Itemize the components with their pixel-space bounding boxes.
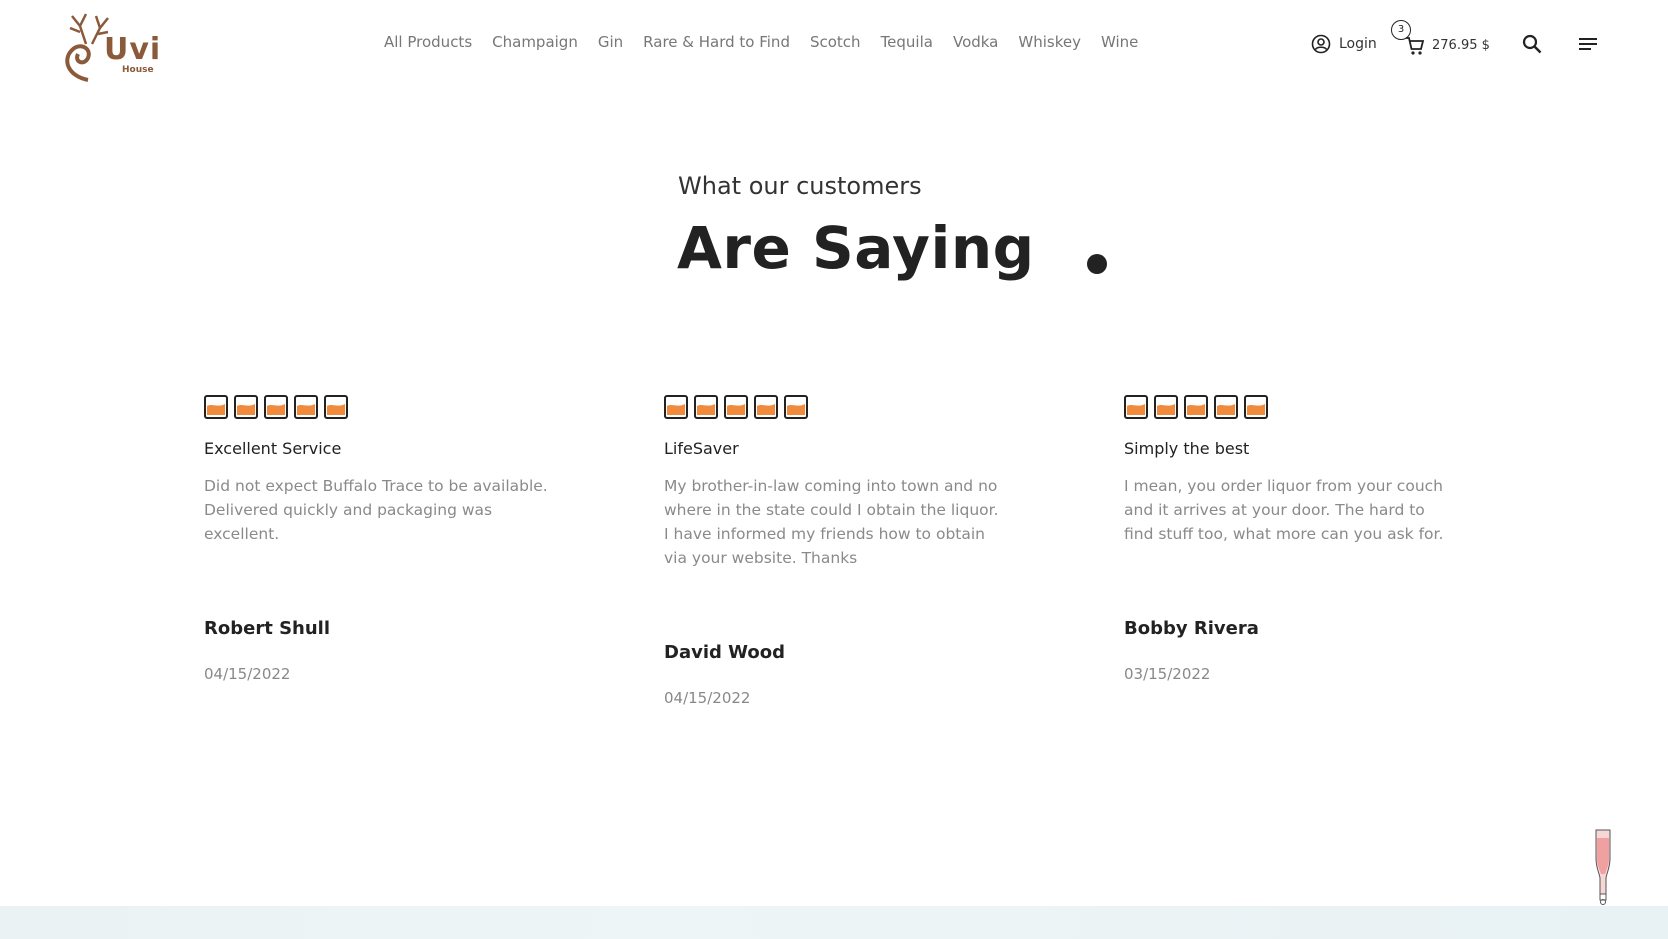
review-title: LifeSaver: [664, 439, 739, 458]
login-button[interactable]: Login: [1311, 34, 1377, 54]
whiskey-glass-rating-icon: [1214, 395, 1238, 419]
review-date: 04/15/2022: [204, 665, 291, 683]
nav-scotch[interactable]: Scotch: [810, 33, 861, 51]
cart-icon: [1406, 37, 1425, 55]
user-circle-icon: [1311, 34, 1331, 54]
search-button[interactable]: [1522, 34, 1542, 58]
nav-all-products[interactable]: All Products: [384, 33, 472, 51]
scroll-to-top-bottle-icon[interactable]: [1590, 828, 1616, 910]
rating-glasses: [204, 395, 564, 419]
review-text: My brother-in-law coming into town and n…: [664, 477, 999, 567]
whiskey-glass-rating-icon: [1154, 395, 1178, 419]
footer-background-band: [0, 906, 1668, 939]
whiskey-glass-rating-icon: [694, 395, 718, 419]
nav-wine[interactable]: Wine: [1101, 33, 1138, 51]
reviewer-name: Robert Shull: [204, 618, 330, 639]
logo-subtext: House: [122, 65, 154, 75]
cart-total: 276.95 $: [1432, 38, 1490, 53]
nav-vodka[interactable]: Vodka: [953, 33, 998, 51]
review-text: I mean, you order liquor from your couch…: [1124, 477, 1444, 543]
nav-gin[interactable]: Gin: [598, 33, 623, 51]
whiskey-glass-rating-icon: [204, 395, 228, 419]
section-subtitle: What our customers: [678, 172, 922, 200]
whiskey-glass-rating-icon: [294, 395, 318, 419]
reviewer-name: Bobby Rivera: [1124, 618, 1259, 639]
nav-whiskey[interactable]: Whiskey: [1018, 33, 1081, 51]
nav-champaign[interactable]: Champaign: [492, 33, 578, 51]
whiskey-glass-rating-icon: [664, 395, 688, 419]
whiskey-glass-rating-icon: [1124, 395, 1148, 419]
review-date: 03/15/2022: [1124, 665, 1211, 683]
whiskey-glass-rating-icon: [324, 395, 348, 419]
review-text: Did not expect Buffalo Trace to be avail…: [204, 477, 548, 543]
review-date: 04/15/2022: [664, 689, 751, 707]
whiskey-glass-rating-icon: [1184, 395, 1208, 419]
decorative-dot: [1087, 254, 1107, 274]
rating-glasses: [664, 395, 1004, 419]
review-card: Excellent Service Did not expect Buffalo…: [204, 395, 564, 546]
review-title: Simply the best: [1124, 439, 1250, 458]
whiskey-glass-rating-icon: [1244, 395, 1268, 419]
menu-icon: [1579, 38, 1597, 50]
review-title: Excellent Service: [204, 439, 342, 458]
section-title: Are Saying: [677, 214, 1035, 282]
site-header: Uvi House All Products Champaign Gin Rar…: [0, 0, 1668, 92]
menu-button[interactable]: [1578, 37, 1598, 57]
login-label: Login: [1339, 36, 1377, 52]
logo-text: Uvi: [104, 32, 162, 67]
reviewer-name: David Wood: [664, 642, 785, 663]
nav-rare-hard-to-find[interactable]: Rare & Hard to Find: [643, 33, 790, 51]
cart-button[interactable]: 3 276.95 $: [1391, 20, 1491, 70]
nav-tequila[interactable]: Tequila: [881, 33, 933, 51]
search-icon: [1522, 34, 1542, 54]
whiskey-glass-rating-icon: [724, 395, 748, 419]
whiskey-glass-rating-icon: [784, 395, 808, 419]
main-nav: All Products Champaign Gin Rare & Hard t…: [384, 33, 1158, 51]
rating-glasses: [1124, 395, 1454, 419]
whiskey-glass-rating-icon: [264, 395, 288, 419]
whiskey-glass-rating-icon: [754, 395, 778, 419]
review-card: LifeSaver My brother-in-law coming into …: [664, 395, 1004, 570]
site-logo[interactable]: Uvi House: [58, 10, 162, 82]
whiskey-glass-rating-icon: [234, 395, 258, 419]
review-card: Simply the best I mean, you order liquor…: [1124, 395, 1454, 546]
